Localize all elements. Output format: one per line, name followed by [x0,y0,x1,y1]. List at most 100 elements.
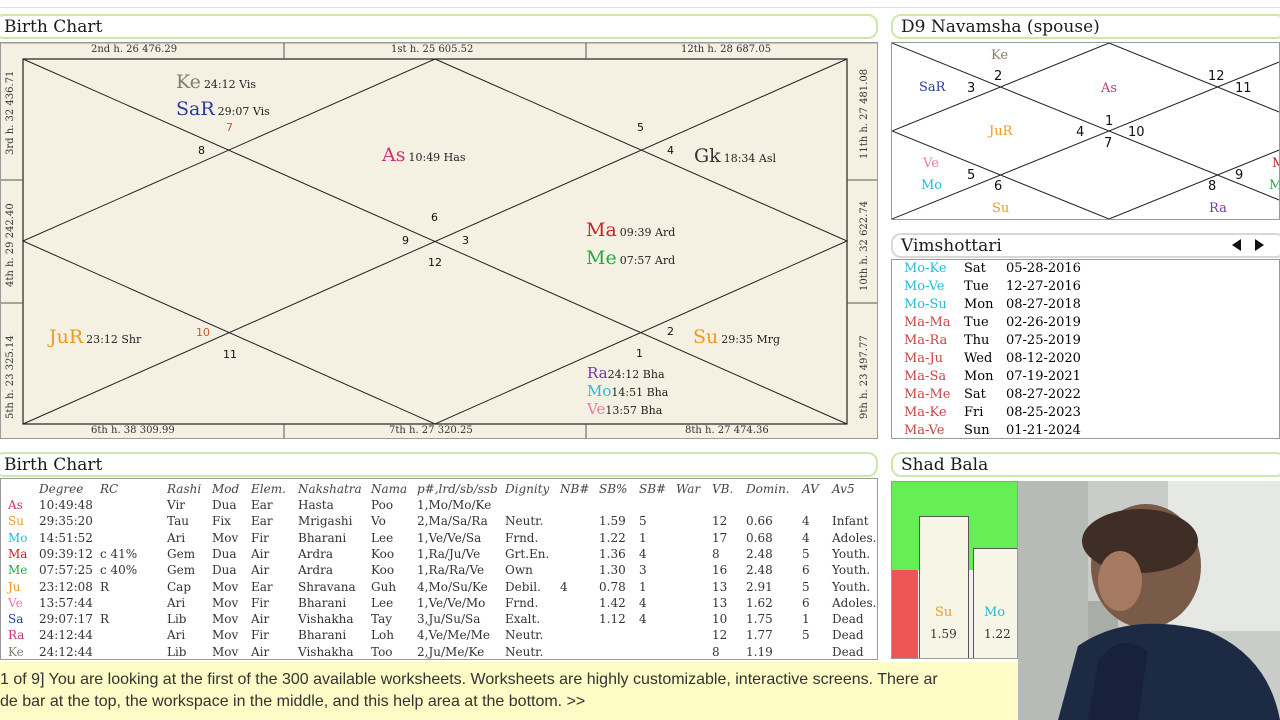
house-label-7: 7th h. 27 320.25 [389,425,473,436]
col-header[interactable]: Domin. [746,482,790,496]
table-cell: Guh [371,579,397,594]
planet-degree: 24:12 Vis [203,78,257,91]
dasha-period: Ma-Ju [904,351,944,366]
table-cell: Youth. [832,546,871,561]
nav-planet-sar[interactable]: SaR [919,80,945,95]
table-cell: Ari [167,628,186,643]
table-row[interactable]: Su 29:35:20 Tau Fix Ear Mrigashi Vo 2,Ma/Sa/Ra N… [1,514,877,530]
table-cell: Bharani [298,628,347,643]
prev-arrow-icon[interactable] [1229,237,1243,253]
planet-jur[interactable]: JuR 23:12 Shr [49,326,141,348]
planet-ke[interactable]: Ke 24:12 Vis [176,71,256,93]
col-header[interactable]: NB# [560,482,589,496]
col-header[interactable]: SB# [639,482,666,496]
shad-bala-panel[interactable]: Su 1.59 Mo 1.22 [891,481,1018,659]
col-header[interactable]: Av5 [832,482,855,496]
table-cell: Cap [167,579,192,594]
col-header[interactable]: p#,lrd/sb/ssb [417,482,498,496]
col-header[interactable]: Dignity [505,482,549,496]
next-arrow-icon[interactable] [1252,237,1266,253]
birth-chart-title[interactable]: Birth Chart [0,14,878,39]
shad-bala-bar-su[interactable]: Su 1.59 [919,516,969,658]
table-cell: 10 [712,612,728,627]
planet-su[interactable]: Su 29:35 Mrg [693,326,780,348]
planet-degree: 29:35 Mrg [721,333,781,346]
col-header[interactable]: VB. [712,482,733,496]
nav-planet-jur[interactable]: JuR [989,124,1012,139]
table-row[interactable]: Mo 14:51:52 Ari Mov Fir Bharani Lee 1,Ve/Ve/Sa F… [1,530,877,547]
table-cell: 4,Ve/Me/Me [417,628,490,643]
dasha-day: Tue [964,315,989,330]
table-cell: Exalt. [505,612,541,627]
planet-me[interactable]: Me 07:57 Ard [586,247,675,269]
table-cell: Ari [167,530,186,545]
planet-ma[interactable]: Ma 09:39 Ard [586,219,675,241]
nav-number-8: 8 [1208,179,1217,194]
table-cell: 24:12:44 [39,644,93,659]
help-line-2[interactable]: de bar at the top, the workspace in the … [0,693,1018,715]
planet-degree: 14:51 Bha [611,386,669,399]
table-row[interactable]: As 10:49:48 Vir Dua Ear Hasta Poo 1,Mo/Mo/Ke [1,498,877,514]
webcam-person-image [1018,481,1280,720]
planet-degree: 13:57 Bha [605,404,663,417]
nav-planet-ke[interactable]: Ke [991,48,1008,63]
col-header[interactable]: Degree [39,482,83,496]
nav-planet-su[interactable]: Su [992,201,1009,216]
table-cell: Fir [251,530,269,545]
col-header[interactable]: Nama [371,482,407,496]
house-number-3: 3 [462,234,469,247]
table-cell: 17 [712,530,728,545]
col-header[interactable]: SB% [599,482,627,496]
planet-abbr: SaR [176,98,215,120]
shad-bala-bar-mo[interactable]: Mo 1.22 [973,548,1017,658]
vimshottari-list[interactable]: Mo-Ke Sat 05-28-2016 Mo-Ve Tue 12-27-2016 Mo… [891,259,1280,439]
shad-bala-title[interactable]: Shad Bala [891,452,1280,477]
navamsha-title[interactable]: D9 Navamsha (spouse) [891,14,1280,39]
nav-planet-ra[interactable]: Ra [1209,201,1227,216]
col-header[interactable]: RC [100,482,118,496]
table-row[interactable]: Me 07:57:25 c 40% Gem Dua Air Ardra Koo 1,Ra/Ra/… [1,563,877,579]
nav-planet-m-edge[interactable]: M [1272,156,1279,171]
birth-chart-panel[interactable]: 2nd h. 26 476.29 1st h. 25 605.52 12th h… [0,42,878,439]
table-row[interactable]: Ju 23:12:08 R Cap Mov Ear Shravana Guh 4,Mo/Su/K… [1,579,877,596]
planet-abbr: Mo [587,382,612,400]
col-header[interactable]: AV [802,482,819,496]
planet-as[interactable]: As 10:49 Has [382,144,465,166]
nav-planet-as[interactable]: As [1101,81,1117,96]
nav-planet-ve[interactable]: Ve [923,156,939,171]
house-number-11: 11 [223,348,237,361]
navamsha-panel[interactable]: Ke SaR As JuR Ve Mo Su Ra M Me 2 3 12 11… [891,42,1280,220]
planet-gk[interactable]: Gk 18:34 Asl [694,145,776,167]
table-cell: Koo [371,563,395,578]
table-row[interactable]: Ra 24:12:44 Ari Mov Fir Bharani Loh 4,Ve/Me/Me N… [1,628,877,644]
table-title[interactable]: Birth Chart [0,452,878,477]
col-header[interactable]: Rashi [167,482,201,496]
nav-number-3: 3 [967,81,976,96]
table-row[interactable]: Ke 24:12:44 Lib Mov Air Vishakha Too 2,Ju/Me/Ke… [1,644,877,659]
col-header[interactable]: Mod [212,482,239,496]
table-cell: 4 [639,546,647,561]
planet-mo[interactable]: Mo14:51 Bha [587,381,668,400]
table-row[interactable]: Ma 09:39:12 c 41% Gem Dua Air Ardra Koo 1,Ra/Ju/… [1,546,877,563]
table-row[interactable]: Sa 29:07:17 R Lib Mov Air Vishakha Tay 3,Ju/Su/S… [1,612,877,628]
table-cell: 4 [802,530,810,545]
table-cell: Adoles. [832,530,877,545]
help-area[interactable]: 1 of 9] You are looking at the first of … [0,662,1018,720]
table-row[interactable]: Ve 13:57:44 Ari Mov Fir Bharani Lee 1,Ve/Ve/Mo F… [1,596,877,612]
house-label-6: 6th h. 38 309.99 [91,425,175,436]
planet-sar[interactable]: SaR 29:07 Vis [176,98,270,120]
planet-ra[interactable]: Ra24:12 Bha [587,363,665,382]
nav-planet-me-edge[interactable]: Me [1269,178,1279,193]
col-header[interactable]: Nakshatra [298,482,362,496]
vimshottari-title[interactable]: Vimshottari [891,233,1280,258]
col-header[interactable]: War [676,482,700,496]
nav-planet-mo[interactable]: Mo [921,178,942,193]
dasha-period: Ma-Ma [904,315,951,330]
nav-number-1: 1 [1105,114,1114,129]
col-header[interactable]: Elem. [251,482,286,496]
planet-abbr: As [382,144,406,166]
planet-table[interactable]: Degree RC Rashi Mod Elem. Nakshatra Nama… [0,478,878,660]
table-cell: Vo [371,514,386,529]
bar-value: 1.59 [930,627,957,641]
planet-ve[interactable]: Ve13:57 Bha [587,399,662,418]
